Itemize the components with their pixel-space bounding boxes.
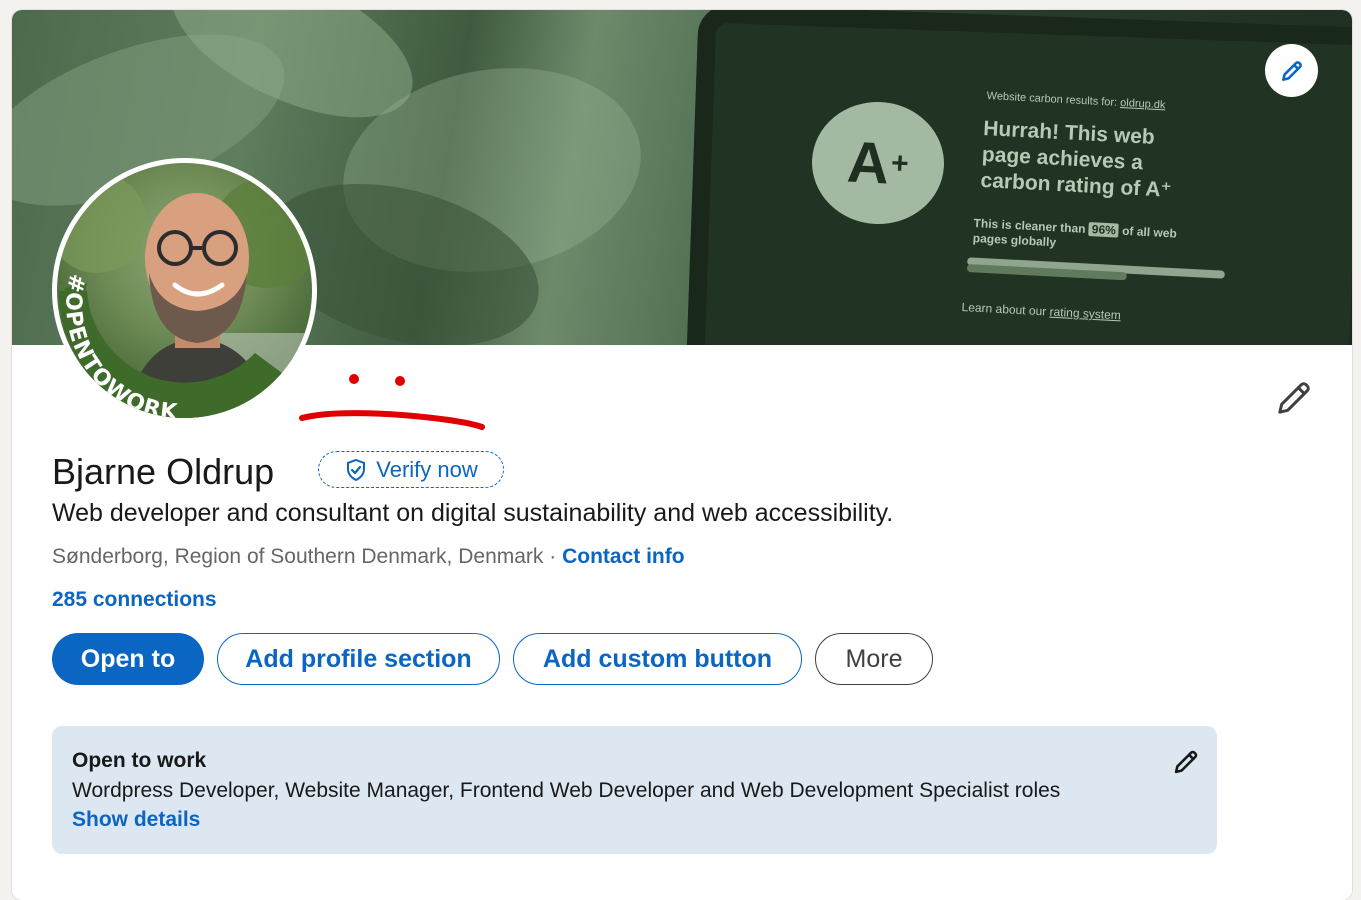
avatar: #OPENTOWORK: [57, 163, 312, 418]
contact-info-link[interactable]: Contact info: [562, 545, 684, 568]
verify-now-button[interactable]: Verify now: [318, 451, 504, 488]
profile-photo[interactable]: #OPENTOWORK: [52, 158, 317, 423]
profile-name: Bjarne Oldrup: [52, 451, 275, 492]
banner-headline: Hurrah! This web page achieves a carbon …: [980, 116, 1173, 202]
pencil-icon: [1278, 382, 1310, 414]
open-to-button[interactable]: Open to: [52, 633, 204, 685]
edit-banner-button[interactable]: [1265, 44, 1318, 97]
open-to-work-card: Open to work Wordpress Developer, Websit…: [52, 726, 1217, 854]
profile-location: Sønderborg, Region of Southern Denmark, …: [52, 545, 544, 568]
connections-link[interactable]: 285 connections: [52, 588, 217, 612]
red-annotation-drawing: [299, 374, 485, 430]
edit-open-to-work-button[interactable]: [1172, 748, 1200, 776]
pencil-icon: [1281, 60, 1302, 81]
more-button[interactable]: More: [815, 633, 933, 685]
profile-location-row: Sønderborg, Region of Southern Denmark, …: [52, 545, 685, 568]
shield-check-icon: [347, 458, 366, 481]
pencil-icon: [1174, 750, 1198, 774]
profile-headline: Web developer and consultant on digital …: [52, 499, 894, 527]
add-profile-section-button[interactable]: Add profile section: [217, 633, 500, 685]
add-custom-button[interactable]: Add custom button: [513, 633, 802, 685]
profile-card: Website carbon results for: oldrup.dk A +…: [12, 10, 1352, 900]
edit-intro-button[interactable]: [1274, 378, 1314, 418]
show-details-link[interactable]: Show details: [72, 808, 200, 832]
verify-now-label: Verify now: [376, 456, 478, 482]
open-to-work-title: Open to work: [72, 749, 207, 772]
open-to-work-roles: Wordpress Developer, Website Manager, Fr…: [72, 779, 1061, 802]
